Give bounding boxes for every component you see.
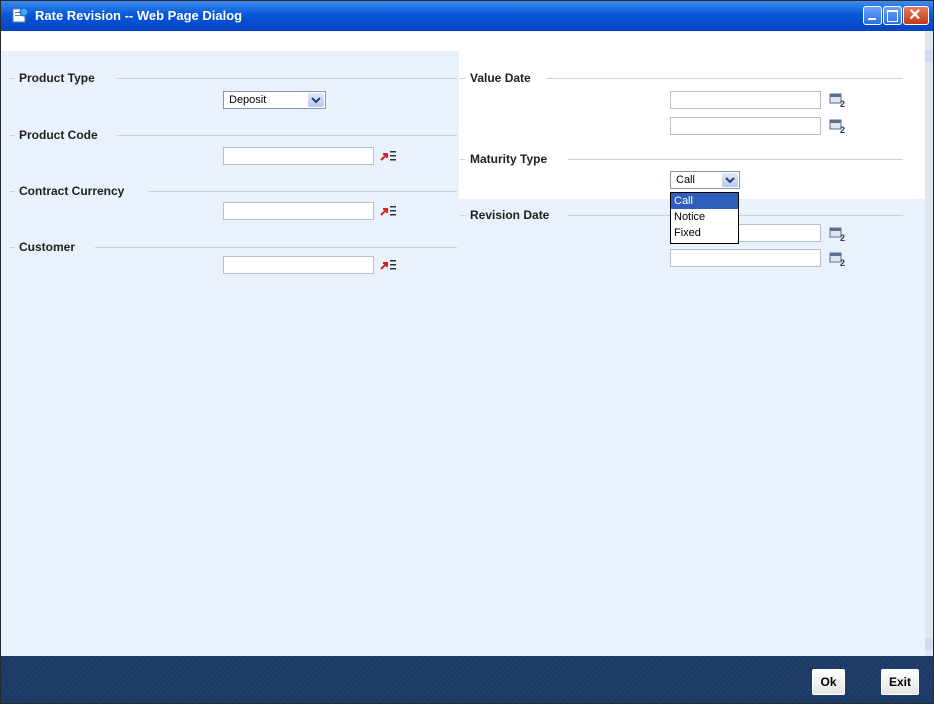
product-type-label: Product Type xyxy=(19,71,95,85)
dropdown-option[interactable]: Notice xyxy=(671,209,738,225)
customer-input[interactable] xyxy=(223,256,374,274)
vertical-scrollbar[interactable] xyxy=(925,31,933,656)
maximize-button[interactable] xyxy=(883,6,902,25)
calendar-icon[interactable]: 2 xyxy=(829,118,847,135)
svg-text:2: 2 xyxy=(840,99,845,108)
svg-text:2: 2 xyxy=(840,258,845,267)
list-of-values-icon[interactable] xyxy=(378,147,398,165)
dropdown-option[interactable]: Call xyxy=(671,193,738,209)
exit-button[interactable]: Exit xyxy=(881,669,919,695)
value-date-to-input[interactable] xyxy=(670,117,821,135)
scroll-down-arrow[interactable] xyxy=(925,638,933,650)
calendar-icon[interactable]: 2 xyxy=(829,251,847,268)
calendar-icon[interactable]: 2 xyxy=(829,226,847,243)
svg-text:2: 2 xyxy=(840,125,845,134)
contract-currency-label: Contract Currency xyxy=(19,184,125,198)
list-of-values-icon[interactable] xyxy=(378,256,398,274)
svg-text:2: 2 xyxy=(840,233,845,242)
product-type-value: Deposit xyxy=(229,94,267,106)
maturity-type-select[interactable]: Call xyxy=(670,171,740,189)
list-of-values-icon[interactable] xyxy=(378,202,398,220)
dropdown-option[interactable]: Fixed xyxy=(671,225,738,241)
customer-label: Customer xyxy=(19,240,76,254)
value-date-label: Value Date xyxy=(470,71,531,85)
window-title: Rate Revision -- Web Page Dialog xyxy=(35,8,243,23)
product-type-select[interactable]: Deposit xyxy=(223,91,326,109)
revision-date-to-input[interactable] xyxy=(670,249,821,267)
product-code-input[interactable] xyxy=(223,147,374,165)
ok-button[interactable]: Ok xyxy=(812,669,845,695)
dialog-window: Rate Revision -- Web Page Dialog Product… xyxy=(0,0,934,704)
dialog-footer: Ok Exit xyxy=(1,656,933,703)
calendar-icon[interactable]: 2 xyxy=(829,92,847,109)
scroll-up-arrow[interactable] xyxy=(925,50,933,62)
maturity-type-value: Call xyxy=(676,174,695,186)
close-button[interactable] xyxy=(903,4,929,27)
maturity-type-dropdown-list: Call Notice Fixed xyxy=(670,192,739,244)
maturity-type-label: Maturity Type xyxy=(470,152,548,166)
chevron-down-icon[interactable] xyxy=(722,173,738,187)
product-code-label: Product Code xyxy=(19,128,98,142)
revision-date-label: Revision Date xyxy=(470,208,550,222)
value-date-from-input[interactable] xyxy=(670,91,821,109)
contract-currency-input[interactable] xyxy=(223,202,374,220)
ie-page-icon xyxy=(12,7,29,23)
minimize-button[interactable] xyxy=(863,6,882,25)
chevron-down-icon[interactable] xyxy=(308,93,324,107)
title-bar[interactable]: Rate Revision -- Web Page Dialog xyxy=(1,1,933,31)
